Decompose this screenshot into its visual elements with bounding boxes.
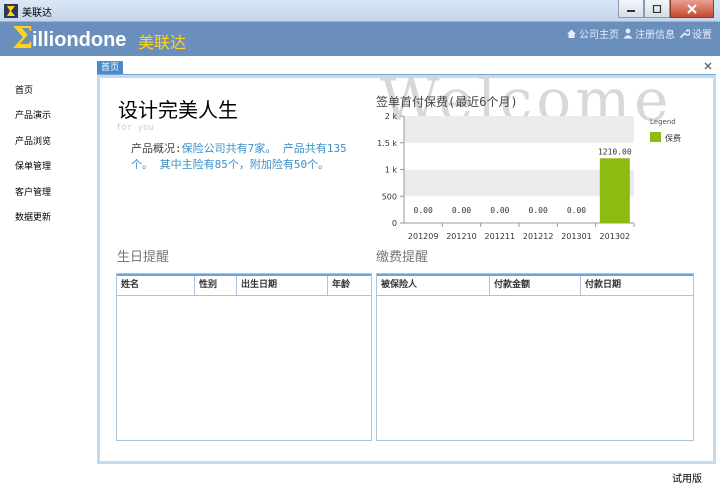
chart-x-tick-label: 201209	[408, 232, 439, 241]
status-bar: 试用版	[0, 464, 720, 495]
birthday-reminder-title: 生日提醒	[117, 250, 170, 265]
sidebar-item-product-demo[interactable]: 产品演示	[15, 108, 51, 121]
app-header: Σ illiondone 美联达 公司主页 注册信息 设置	[0, 22, 720, 56]
close-icon	[687, 3, 697, 14]
window-titlebar: 美联达	[0, 0, 720, 22]
chart-y-tick-label: 500	[382, 192, 397, 201]
overview-prefix: 产品概况:	[131, 142, 182, 155]
minimize-icon	[627, 9, 635, 12]
chart-y-tick-label: 1 k	[385, 166, 398, 175]
user-icon	[623, 28, 633, 39]
settings-label: 设置	[692, 30, 712, 41]
chart-bar	[599, 158, 630, 223]
logo-sigma: Σ	[12, 21, 34, 56]
logo-text: illiondone	[32, 29, 127, 51]
chart-legend-label: 保费	[665, 133, 681, 143]
sidebar-item-data-update[interactable]: 数据更新	[15, 210, 51, 223]
chart-grid-band	[404, 169, 634, 197]
product-overview: 产品概况:保险公司共有7家。 产品共有135个。 其中主险有85个，附加险有50…	[131, 141, 361, 173]
payment-reminder-title: 缴费提醒	[376, 250, 429, 265]
chart-legend-swatch	[650, 132, 661, 142]
chart-value-label: 0.00	[529, 206, 548, 215]
close-button[interactable]	[670, 0, 714, 18]
maximize-icon	[652, 4, 662, 13]
tab-close-icon[interactable]	[703, 61, 713, 71]
home-icon	[567, 29, 576, 38]
chart-y-tick-label: 1.5 k	[377, 139, 397, 148]
chart-value-label: 1210.00	[598, 147, 632, 156]
maximize-button[interactable]	[644, 0, 670, 18]
overview-main-rider: 其中主险有85个，附加险有50个。	[159, 158, 330, 171]
header-links: 公司主页 注册信息 设置	[566, 26, 712, 41]
wrench-icon	[679, 29, 690, 39]
registration-info-label: 注册信息	[635, 30, 675, 41]
trial-version-label: 试用版	[672, 474, 702, 485]
overview-companies: 保险公司共有7家。	[181, 142, 277, 155]
chart-value-label: 0.00	[414, 206, 433, 215]
minimize-button[interactable]	[618, 0, 644, 18]
company-home-label: 公司主页	[579, 30, 619, 41]
payment-table-header: 被保险人 付款金额 付款日期	[377, 274, 693, 296]
premium-bar-chart: 0 500 1 k 1.5 k 2 k 0.00 201209 0.00 201210 0.00 2…	[377, 112, 681, 241]
column-header-name[interactable]: 姓名	[117, 276, 195, 295]
chart-x-tick-label: 201211	[485, 232, 516, 241]
sidebar-item-customer-management[interactable]: 客户管理	[15, 185, 51, 198]
chart-legend-title: Legend	[650, 118, 676, 126]
sidebar-item-policy-management[interactable]: 保单管理	[15, 159, 51, 172]
logo-chinese: 美联达	[138, 33, 187, 52]
column-header-amount[interactable]: 付款金额	[490, 276, 581, 295]
column-header-birthdate[interactable]: 出生日期	[237, 276, 328, 295]
chart-y-tick-label: 0	[392, 219, 397, 228]
company-home-link[interactable]: 公司主页	[566, 26, 619, 41]
chart-value-label: 0.00	[490, 206, 509, 215]
column-header-payment-date[interactable]: 付款日期	[581, 276, 693, 295]
sidebar-nav: 首页 产品演示 产品浏览 保单管理 客户管理 数据更新	[0, 56, 96, 464]
column-header-insured[interactable]: 被保险人	[377, 276, 490, 295]
sidebar-item-home[interactable]: 首页	[15, 83, 33, 96]
page-headline: 设计完美人生	[118, 98, 238, 122]
chart-value-label: 0.00	[567, 206, 586, 215]
tab-home[interactable]: 首页	[97, 61, 123, 75]
chart-x-tick-label: 201210	[446, 232, 477, 241]
birthday-table: 姓名 性别 出生日期 年龄	[116, 273, 372, 441]
chart-x-tick-label: 201302	[600, 232, 631, 241]
settings-link[interactable]: 设置	[679, 26, 712, 41]
chart-y-tick-label: 2 k	[385, 112, 398, 121]
column-header-gender[interactable]: 性别	[195, 276, 237, 295]
payment-table: 被保险人 付款金额 付款日期	[376, 273, 694, 441]
birthday-table-header: 姓名 性别 出生日期 年龄	[117, 274, 371, 296]
chart-grid-band	[404, 116, 634, 143]
window-title: 美联达	[22, 8, 52, 19]
sidebar-item-product-browse[interactable]: 产品浏览	[15, 134, 51, 147]
app-icon	[4, 4, 18, 18]
chart-value-label: 0.00	[452, 206, 471, 215]
window-controls	[618, 0, 714, 18]
chart-x-tick-label: 201212	[523, 232, 554, 241]
chart-x-tick-label: 201301	[561, 232, 592, 241]
page-subline: for you	[116, 123, 154, 133]
registration-info-link[interactable]: 注册信息	[623, 26, 675, 41]
column-header-age[interactable]: 年龄	[328, 276, 371, 295]
